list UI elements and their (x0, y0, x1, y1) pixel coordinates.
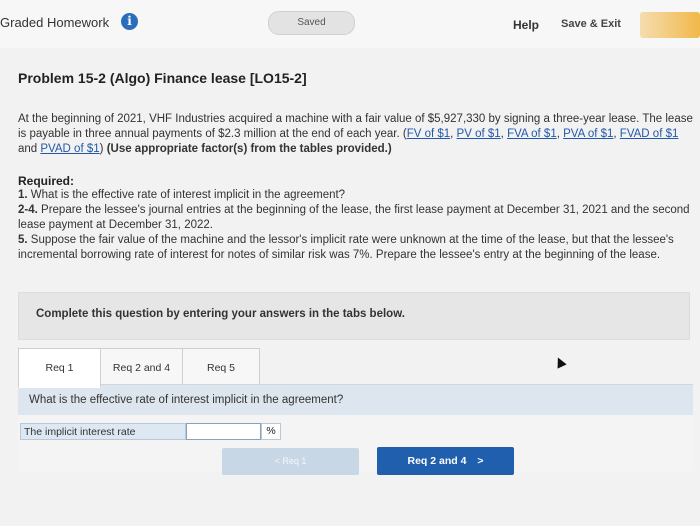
required-item-number: 5. (18, 234, 28, 246)
tab-req-5[interactable]: Req 5 (182, 348, 260, 388)
answer-label: The implicit interest rate (20, 423, 186, 440)
required-item: 2-4. Prepare the lessee's journal entrie… (18, 203, 693, 233)
problem-title: Problem 15-2 (Algo) Finance lease [LO15-… (18, 70, 307, 86)
required-item-number: 2-4. (18, 204, 38, 216)
assignment-title: Graded Homework (0, 15, 110, 30)
previous-tab-label: Req 1 (282, 456, 307, 466)
required-list: 1. What is the effective rate of interes… (18, 188, 693, 263)
submit-button[interactable] (640, 12, 700, 38)
mouse-cursor-icon (553, 355, 567, 369)
chevron-right-icon: > (477, 455, 484, 467)
link-pv-of-1[interactable]: PV of $1 (457, 128, 501, 140)
chevron-left-icon: < (274, 456, 280, 466)
tab-req-2-and-4[interactable]: Req 2 and 4 (99, 348, 184, 388)
separator: and (18, 143, 41, 155)
link-fvad-of-1[interactable]: FVAD of $1 (620, 128, 679, 140)
question-bar: What is the effective rate of interest i… (18, 384, 693, 415)
question-text: What is the effective rate of interest i… (29, 394, 344, 406)
required-item-text: Prepare the lessee's journal entries at … (18, 204, 690, 231)
save-exit-button[interactable]: Save & Exit (561, 18, 621, 30)
implicit-rate-input[interactable] (186, 423, 261, 440)
link-pvad-of-1[interactable]: PVAD of $1 (40, 143, 99, 155)
instruction-box: Complete this question by entering your … (18, 292, 690, 340)
factor-instruction: (Use appropriate factor(s) from the tabl… (106, 143, 392, 155)
next-tab-button[interactable]: Req 2 and 4 > (377, 447, 514, 475)
required-heading: Required: (18, 174, 75, 188)
link-fva-of-1[interactable]: FVA of $1 (507, 128, 557, 140)
separator: ) (99, 143, 104, 155)
saved-status-badge: Saved (268, 11, 355, 35)
link-fv-of-1[interactable]: FV of $1 (407, 128, 450, 140)
link-pva-of-1[interactable]: PVA of $1 (563, 128, 613, 140)
top-bar: Graded Homework i Saved Help Save & Exit (0, 0, 700, 48)
required-item-text: Suppose the fair value of the machine an… (18, 234, 674, 261)
required-item-text: What is the effective rate of interest i… (30, 189, 346, 201)
info-icon[interactable]: i (121, 13, 138, 30)
instruction-text: Complete this question by entering your … (36, 308, 405, 320)
help-link[interactable]: Help (513, 18, 539, 32)
problem-description: At the beginning of 2021, VHF Industries… (18, 112, 693, 157)
required-item: 1. What is the effective rate of interes… (18, 188, 693, 203)
next-tab-label: Req 2 and 4 (407, 455, 467, 467)
required-item: 5. Suppose the fair value of the machine… (18, 233, 693, 263)
tab-req-1[interactable]: Req 1 (18, 348, 101, 388)
percent-unit: % (261, 423, 281, 440)
previous-tab-button[interactable]: < Req 1 (222, 448, 359, 475)
required-item-number: 1. (18, 189, 28, 201)
